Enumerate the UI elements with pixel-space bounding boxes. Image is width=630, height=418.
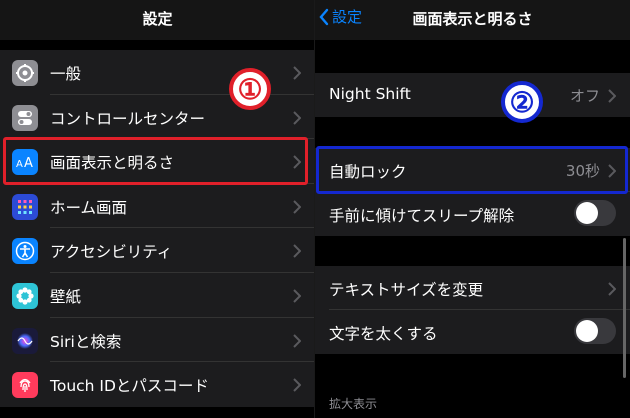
settings-navbar: 設定 (0, 0, 315, 40)
bold-text-toggle[interactable] (574, 318, 616, 344)
chevron-right-icon (293, 110, 301, 125)
display-title: 画面表示と明るさ (412, 10, 533, 28)
night-shift-value: オフ (569, 87, 600, 105)
text-size-label: テキストサイズを変更 (329, 281, 484, 299)
settings-item-accessibility[interactable]: アクセシビリティ (0, 228, 315, 273)
night-shift-row[interactable]: Night Shift オフ (315, 73, 630, 117)
night-shift-label: Night Shift (329, 85, 411, 103)
home-grid-icon (12, 193, 38, 220)
settings-item-wallpaper[interactable]: 壁紙 (0, 272, 315, 318)
settings-list: 一般 コントロールセンター AA 画面表示と明るさ ホーム画面 アクセシビリティ… (0, 50, 315, 407)
zoom-section-header: 拡大表示 (329, 397, 378, 411)
chevron-right-icon (293, 244, 301, 259)
gear-icon (12, 60, 38, 86)
raise-to-wake-label: 手前に傾けてスリープ解除 (329, 207, 515, 225)
chevron-right-icon (293, 289, 301, 303)
display-navbar: 設定 画面表示と明るさ (315, 0, 630, 40)
settings-item-label: Siriと検索 (50, 332, 122, 351)
accessibility-icon (12, 238, 38, 265)
chevron-right-icon (293, 378, 301, 392)
settings-item-label: アクセシビリティ (50, 243, 173, 262)
settings-item-touch-id[interactable]: Touch IDとパスコード (0, 362, 315, 407)
chevron-right-icon (293, 200, 301, 214)
highlight-display-brightness (3, 137, 308, 185)
settings-item-control-center[interactable]: コントロールセンター (0, 94, 315, 140)
bold-text-row: 文字を太くする (315, 310, 630, 354)
bold-text-label: 文字を太くする (329, 325, 438, 343)
siri-icon (12, 327, 38, 354)
chevron-right-icon (608, 282, 616, 296)
raise-to-wake-toggle[interactable] (574, 200, 616, 226)
wallpaper-icon (12, 282, 38, 309)
step-1-badge: ① (229, 68, 271, 110)
settings-item-siri-search[interactable]: Siriと検索 (0, 317, 315, 363)
settings-item-label: 一般 (50, 65, 82, 83)
settings-item-label: ホーム画面 (50, 198, 128, 217)
settings-item-label: Touch IDとパスコード (50, 377, 209, 396)
scrollbar[interactable] (623, 238, 626, 378)
settings-panel: 設定 一般 コントロールセンター AA 画面表示と明るさ ホーム画面 アクセシビ… (0, 0, 315, 418)
highlight-auto-lock (316, 146, 628, 194)
text-size-row[interactable]: テキストサイズを変更 (315, 266, 630, 310)
toggles-icon (12, 104, 38, 131)
step-2-badge: ② (501, 81, 543, 123)
chevron-right-icon (293, 333, 301, 348)
settings-item-label: 壁紙 (50, 287, 82, 306)
settings-item-home-screen[interactable]: ホーム画面 (0, 183, 315, 229)
settings-title: 設定 (142, 10, 173, 28)
chevron-right-icon (608, 89, 616, 103)
settings-item-label: コントロールセンター (50, 109, 206, 128)
raise-to-wake-row: 手前に傾けてスリープ解除 (315, 192, 630, 236)
chevron-right-icon (293, 66, 301, 80)
fingerprint-icon (12, 372, 38, 399)
display-brightness-panel: 設定 画面表示と明るさ Night Shift オフ 自動ロック 30秒 手前に… (315, 0, 630, 418)
